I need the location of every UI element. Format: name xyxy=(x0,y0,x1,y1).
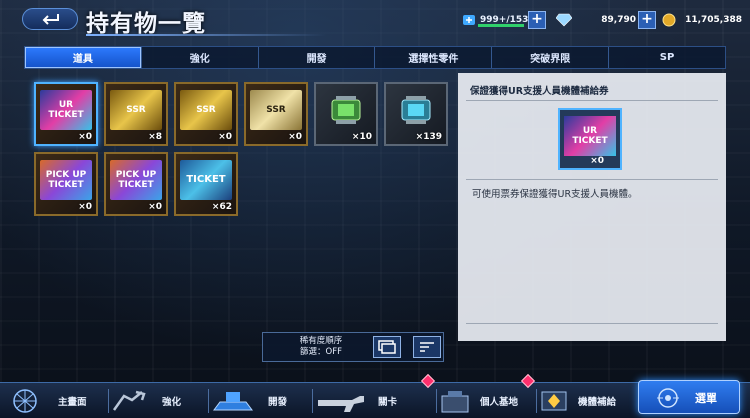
page-title: 持有物一覽 xyxy=(86,11,206,37)
divider xyxy=(312,389,313,413)
item-art: SSR xyxy=(250,90,302,130)
nav-label: 主畫面 xyxy=(58,397,87,408)
nav-label: 個人基地 xyxy=(480,397,519,408)
item-art: UR TICKET xyxy=(564,116,616,156)
item-pickup-ticket[interactable]: PICK UP TICKET ×0 xyxy=(34,152,98,216)
divider xyxy=(536,389,537,413)
item-art: PICK UP TICKET xyxy=(110,160,162,200)
tab-sp[interactable]: SP xyxy=(609,47,725,68)
item-detail-panel: 保證獲得UR支援人員機體補給券 UR TICKET ×0 可使用票券保證獲得UR… xyxy=(458,73,726,341)
nav-enhance[interactable]: 強化 xyxy=(110,383,208,418)
filter-icon xyxy=(378,340,396,354)
item-art: SSR xyxy=(110,90,162,130)
detail-title: 保證獲得UR支援人員機體補給券 xyxy=(470,86,609,97)
canister-icon xyxy=(390,90,442,130)
detail-item-icon: UR TICKET ×0 xyxy=(558,108,622,170)
item-art: UR TICKET xyxy=(40,90,92,130)
item-count: ×62 xyxy=(211,202,232,212)
add-stamina-button[interactable]: + xyxy=(528,11,546,29)
item-ur-ticket[interactable]: UR TICKET ×0 xyxy=(34,82,98,146)
item-ssr-ticket[interactable]: SSR ×8 xyxy=(104,82,168,146)
filter-label: 篩選：OFF xyxy=(300,347,342,357)
item-ssr-ticket[interactable]: SSR ×0 xyxy=(244,82,308,146)
canister-icon xyxy=(320,90,372,130)
divider xyxy=(108,389,109,413)
item-count: ×10 xyxy=(351,132,372,142)
filter-button[interactable] xyxy=(373,336,401,358)
nav-base[interactable]: 個人基地 xyxy=(440,383,538,418)
item-art: TICKET xyxy=(180,160,232,200)
coin-value: 11,705,388 xyxy=(685,15,742,25)
coin-display: 11,705,388 xyxy=(662,10,742,30)
header: 持有物一覽 999+/153 + 89,790 + 11,705,388 xyxy=(0,0,750,40)
detail-description: 可使用票券保證獲得UR支援人員機體。 xyxy=(472,189,638,200)
category-tabs: 道具 強化 開發 選擇性零件 突破界限 SP xyxy=(24,46,726,69)
tab-optional-parts[interactable]: 選擇性零件 xyxy=(375,47,493,68)
nav-label: 強化 xyxy=(162,397,182,408)
tab-enhance[interactable]: 強化 xyxy=(142,47,259,68)
menu-button[interactable]: 選單 xyxy=(638,380,740,414)
item-count: ×0 xyxy=(78,132,92,142)
sort-order-label: 稀有度順序 xyxy=(299,336,343,346)
nav-develop[interactable]: 開發 xyxy=(212,383,310,418)
robot-arm-icon xyxy=(112,390,146,411)
menu-icon xyxy=(657,388,679,408)
tab-limit-break[interactable]: 突破界限 xyxy=(492,47,610,68)
crystal-value: 89,790 xyxy=(601,15,636,25)
tab-develop[interactable]: 開發 xyxy=(259,47,376,68)
crystal-display: 89,790 xyxy=(556,10,636,30)
nav-supply[interactable]: 機體補給 xyxy=(538,383,636,418)
base-icon xyxy=(441,391,469,413)
divider xyxy=(466,100,718,101)
item-canister-cyan[interactable]: ×139 xyxy=(384,82,448,146)
item-canister-green[interactable]: ×10 xyxy=(314,82,378,146)
nav-label: 機體補給 xyxy=(578,397,617,408)
stamina-bar xyxy=(478,24,524,27)
item-count: ×0 xyxy=(78,202,92,212)
sort-status: 稀有度順序 篩選：OFF xyxy=(269,336,373,358)
crystal-icon xyxy=(556,13,572,27)
item-count: ×0 xyxy=(218,132,232,142)
rifle-icon xyxy=(318,396,364,412)
back-arrow-icon xyxy=(42,14,59,25)
item-grid: UR TICKET ×0 SSR ×8 SSR ×0 SSR ×0 ×10 ×1… xyxy=(34,82,454,342)
item-count: ×139 xyxy=(415,132,442,142)
menu-label: 選單 xyxy=(695,392,717,405)
nav-home[interactable]: 主畫面 xyxy=(8,383,108,418)
nav-label: 關卡 xyxy=(378,397,398,408)
sort-order-button[interactable] xyxy=(413,336,441,358)
coin-icon xyxy=(662,13,676,27)
divider xyxy=(436,389,437,413)
back-button[interactable] xyxy=(22,8,78,30)
item-count: ×8 xyxy=(148,132,162,142)
item-pickup-ticket[interactable]: PICK UP TICKET ×0 xyxy=(104,152,168,216)
tab-items[interactable]: 道具 xyxy=(25,47,142,68)
item-count: ×0 xyxy=(590,156,604,166)
stamina-display: 999+/153 xyxy=(462,10,528,30)
item-art: PICK UP TICKET xyxy=(40,160,92,200)
item-art: SSR xyxy=(180,90,232,130)
nav-stage[interactable]: 關卡 xyxy=(316,383,436,418)
supply-icon xyxy=(541,391,567,411)
title-underline xyxy=(86,34,326,36)
sort-filter-panel: 稀有度順序 篩選：OFF xyxy=(262,332,444,362)
item-count: ×0 xyxy=(148,202,162,212)
nav-label: 開發 xyxy=(268,397,288,408)
divider xyxy=(208,389,209,413)
add-crystal-button[interactable]: + xyxy=(638,11,656,29)
item-ssr-ticket[interactable]: SSR ×0 xyxy=(174,82,238,146)
divider xyxy=(466,323,718,324)
develop-platform-icon xyxy=(213,392,253,411)
item-ticket[interactable]: TICKET ×62 xyxy=(174,152,238,216)
stamina-icon xyxy=(463,15,475,25)
home-emblem-icon xyxy=(13,389,37,413)
item-count: ×0 xyxy=(288,132,302,142)
sort-icon xyxy=(420,342,434,352)
divider xyxy=(466,179,718,180)
